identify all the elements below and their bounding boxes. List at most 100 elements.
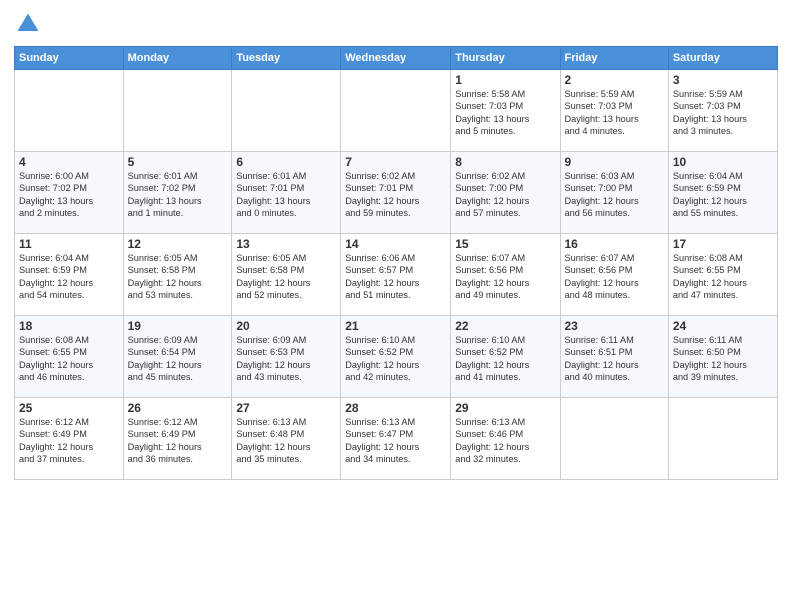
day-number: 18 [19, 319, 119, 333]
page: SundayMondayTuesdayWednesdayThursdayFrid… [0, 0, 792, 612]
day-info: Sunrise: 6:11 AMSunset: 6:50 PMDaylight:… [673, 334, 773, 384]
day-info: Sunrise: 6:05 AMSunset: 6:58 PMDaylight:… [236, 252, 336, 302]
day-number: 29 [455, 401, 555, 415]
calendar-cell: 8Sunrise: 6:02 AMSunset: 7:00 PMDaylight… [451, 152, 560, 234]
calendar-cell: 24Sunrise: 6:11 AMSunset: 6:50 PMDayligh… [668, 316, 777, 398]
day-number: 14 [345, 237, 446, 251]
calendar-cell: 20Sunrise: 6:09 AMSunset: 6:53 PMDayligh… [232, 316, 341, 398]
weekday-header-row: SundayMondayTuesdayWednesdayThursdayFrid… [15, 47, 778, 70]
day-info: Sunrise: 6:04 AMSunset: 6:59 PMDaylight:… [673, 170, 773, 220]
week-row-5: 25Sunrise: 6:12 AMSunset: 6:49 PMDayligh… [15, 398, 778, 480]
week-row-4: 18Sunrise: 6:08 AMSunset: 6:55 PMDayligh… [15, 316, 778, 398]
calendar-cell [560, 398, 668, 480]
week-row-1: 1Sunrise: 5:58 AMSunset: 7:03 PMDaylight… [15, 70, 778, 152]
header [14, 10, 778, 38]
day-number: 4 [19, 155, 119, 169]
day-info: Sunrise: 5:59 AMSunset: 7:03 PMDaylight:… [673, 88, 773, 138]
calendar-cell: 1Sunrise: 5:58 AMSunset: 7:03 PMDaylight… [451, 70, 560, 152]
calendar-table: SundayMondayTuesdayWednesdayThursdayFrid… [14, 46, 778, 480]
day-number: 26 [128, 401, 228, 415]
weekday-friday: Friday [560, 47, 668, 70]
weekday-wednesday: Wednesday [341, 47, 451, 70]
calendar-cell: 18Sunrise: 6:08 AMSunset: 6:55 PMDayligh… [15, 316, 124, 398]
day-info: Sunrise: 6:00 AMSunset: 7:02 PMDaylight:… [19, 170, 119, 220]
day-info: Sunrise: 6:08 AMSunset: 6:55 PMDaylight:… [19, 334, 119, 384]
calendar-cell [668, 398, 777, 480]
day-number: 5 [128, 155, 228, 169]
weekday-thursday: Thursday [451, 47, 560, 70]
weekday-monday: Monday [123, 47, 232, 70]
day-info: Sunrise: 6:01 AMSunset: 7:02 PMDaylight:… [128, 170, 228, 220]
logo-icon [14, 10, 42, 38]
day-number: 13 [236, 237, 336, 251]
day-info: Sunrise: 5:59 AMSunset: 7:03 PMDaylight:… [565, 88, 664, 138]
day-info: Sunrise: 6:12 AMSunset: 6:49 PMDaylight:… [19, 416, 119, 466]
day-number: 8 [455, 155, 555, 169]
day-info: Sunrise: 6:04 AMSunset: 6:59 PMDaylight:… [19, 252, 119, 302]
day-info: Sunrise: 6:11 AMSunset: 6:51 PMDaylight:… [565, 334, 664, 384]
calendar-cell: 26Sunrise: 6:12 AMSunset: 6:49 PMDayligh… [123, 398, 232, 480]
calendar-cell: 6Sunrise: 6:01 AMSunset: 7:01 PMDaylight… [232, 152, 341, 234]
calendar-cell: 9Sunrise: 6:03 AMSunset: 7:00 PMDaylight… [560, 152, 668, 234]
day-info: Sunrise: 6:09 AMSunset: 6:53 PMDaylight:… [236, 334, 336, 384]
day-number: 9 [565, 155, 664, 169]
week-row-3: 11Sunrise: 6:04 AMSunset: 6:59 PMDayligh… [15, 234, 778, 316]
day-number: 7 [345, 155, 446, 169]
day-number: 3 [673, 73, 773, 87]
calendar-cell: 19Sunrise: 6:09 AMSunset: 6:54 PMDayligh… [123, 316, 232, 398]
weekday-sunday: Sunday [15, 47, 124, 70]
day-info: Sunrise: 6:06 AMSunset: 6:57 PMDaylight:… [345, 252, 446, 302]
day-info: Sunrise: 6:13 AMSunset: 6:46 PMDaylight:… [455, 416, 555, 466]
calendar-cell: 23Sunrise: 6:11 AMSunset: 6:51 PMDayligh… [560, 316, 668, 398]
day-number: 1 [455, 73, 555, 87]
day-info: Sunrise: 6:10 AMSunset: 6:52 PMDaylight:… [345, 334, 446, 384]
calendar-cell: 17Sunrise: 6:08 AMSunset: 6:55 PMDayligh… [668, 234, 777, 316]
calendar-cell: 11Sunrise: 6:04 AMSunset: 6:59 PMDayligh… [15, 234, 124, 316]
day-number: 2 [565, 73, 664, 87]
weekday-saturday: Saturday [668, 47, 777, 70]
calendar-cell [15, 70, 124, 152]
day-info: Sunrise: 6:07 AMSunset: 6:56 PMDaylight:… [455, 252, 555, 302]
calendar-cell: 22Sunrise: 6:10 AMSunset: 6:52 PMDayligh… [451, 316, 560, 398]
day-info: Sunrise: 6:12 AMSunset: 6:49 PMDaylight:… [128, 416, 228, 466]
day-number: 28 [345, 401, 446, 415]
day-info: Sunrise: 6:07 AMSunset: 6:56 PMDaylight:… [565, 252, 664, 302]
day-info: Sunrise: 6:02 AMSunset: 7:01 PMDaylight:… [345, 170, 446, 220]
day-info: Sunrise: 6:13 AMSunset: 6:47 PMDaylight:… [345, 416, 446, 466]
day-number: 15 [455, 237, 555, 251]
calendar-cell: 13Sunrise: 6:05 AMSunset: 6:58 PMDayligh… [232, 234, 341, 316]
calendar-cell: 15Sunrise: 6:07 AMSunset: 6:56 PMDayligh… [451, 234, 560, 316]
calendar-cell: 7Sunrise: 6:02 AMSunset: 7:01 PMDaylight… [341, 152, 451, 234]
calendar-cell: 10Sunrise: 6:04 AMSunset: 6:59 PMDayligh… [668, 152, 777, 234]
day-info: Sunrise: 6:02 AMSunset: 7:00 PMDaylight:… [455, 170, 555, 220]
calendar-cell: 3Sunrise: 5:59 AMSunset: 7:03 PMDaylight… [668, 70, 777, 152]
day-number: 25 [19, 401, 119, 415]
day-number: 10 [673, 155, 773, 169]
calendar-cell: 28Sunrise: 6:13 AMSunset: 6:47 PMDayligh… [341, 398, 451, 480]
day-number: 16 [565, 237, 664, 251]
day-info: Sunrise: 6:03 AMSunset: 7:00 PMDaylight:… [565, 170, 664, 220]
day-info: Sunrise: 6:08 AMSunset: 6:55 PMDaylight:… [673, 252, 773, 302]
weekday-tuesday: Tuesday [232, 47, 341, 70]
day-number: 19 [128, 319, 228, 333]
day-number: 22 [455, 319, 555, 333]
day-number: 11 [19, 237, 119, 251]
calendar-cell [232, 70, 341, 152]
calendar-cell: 5Sunrise: 6:01 AMSunset: 7:02 PMDaylight… [123, 152, 232, 234]
day-info: Sunrise: 6:13 AMSunset: 6:48 PMDaylight:… [236, 416, 336, 466]
day-number: 24 [673, 319, 773, 333]
calendar-cell [123, 70, 232, 152]
week-row-2: 4Sunrise: 6:00 AMSunset: 7:02 PMDaylight… [15, 152, 778, 234]
day-number: 27 [236, 401, 336, 415]
calendar-cell: 29Sunrise: 6:13 AMSunset: 6:46 PMDayligh… [451, 398, 560, 480]
calendar-cell: 16Sunrise: 6:07 AMSunset: 6:56 PMDayligh… [560, 234, 668, 316]
day-number: 17 [673, 237, 773, 251]
calendar-cell: 14Sunrise: 6:06 AMSunset: 6:57 PMDayligh… [341, 234, 451, 316]
calendar-cell: 12Sunrise: 6:05 AMSunset: 6:58 PMDayligh… [123, 234, 232, 316]
day-number: 20 [236, 319, 336, 333]
day-number: 21 [345, 319, 446, 333]
calendar-cell: 4Sunrise: 6:00 AMSunset: 7:02 PMDaylight… [15, 152, 124, 234]
day-number: 23 [565, 319, 664, 333]
calendar-cell: 21Sunrise: 6:10 AMSunset: 6:52 PMDayligh… [341, 316, 451, 398]
day-number: 6 [236, 155, 336, 169]
